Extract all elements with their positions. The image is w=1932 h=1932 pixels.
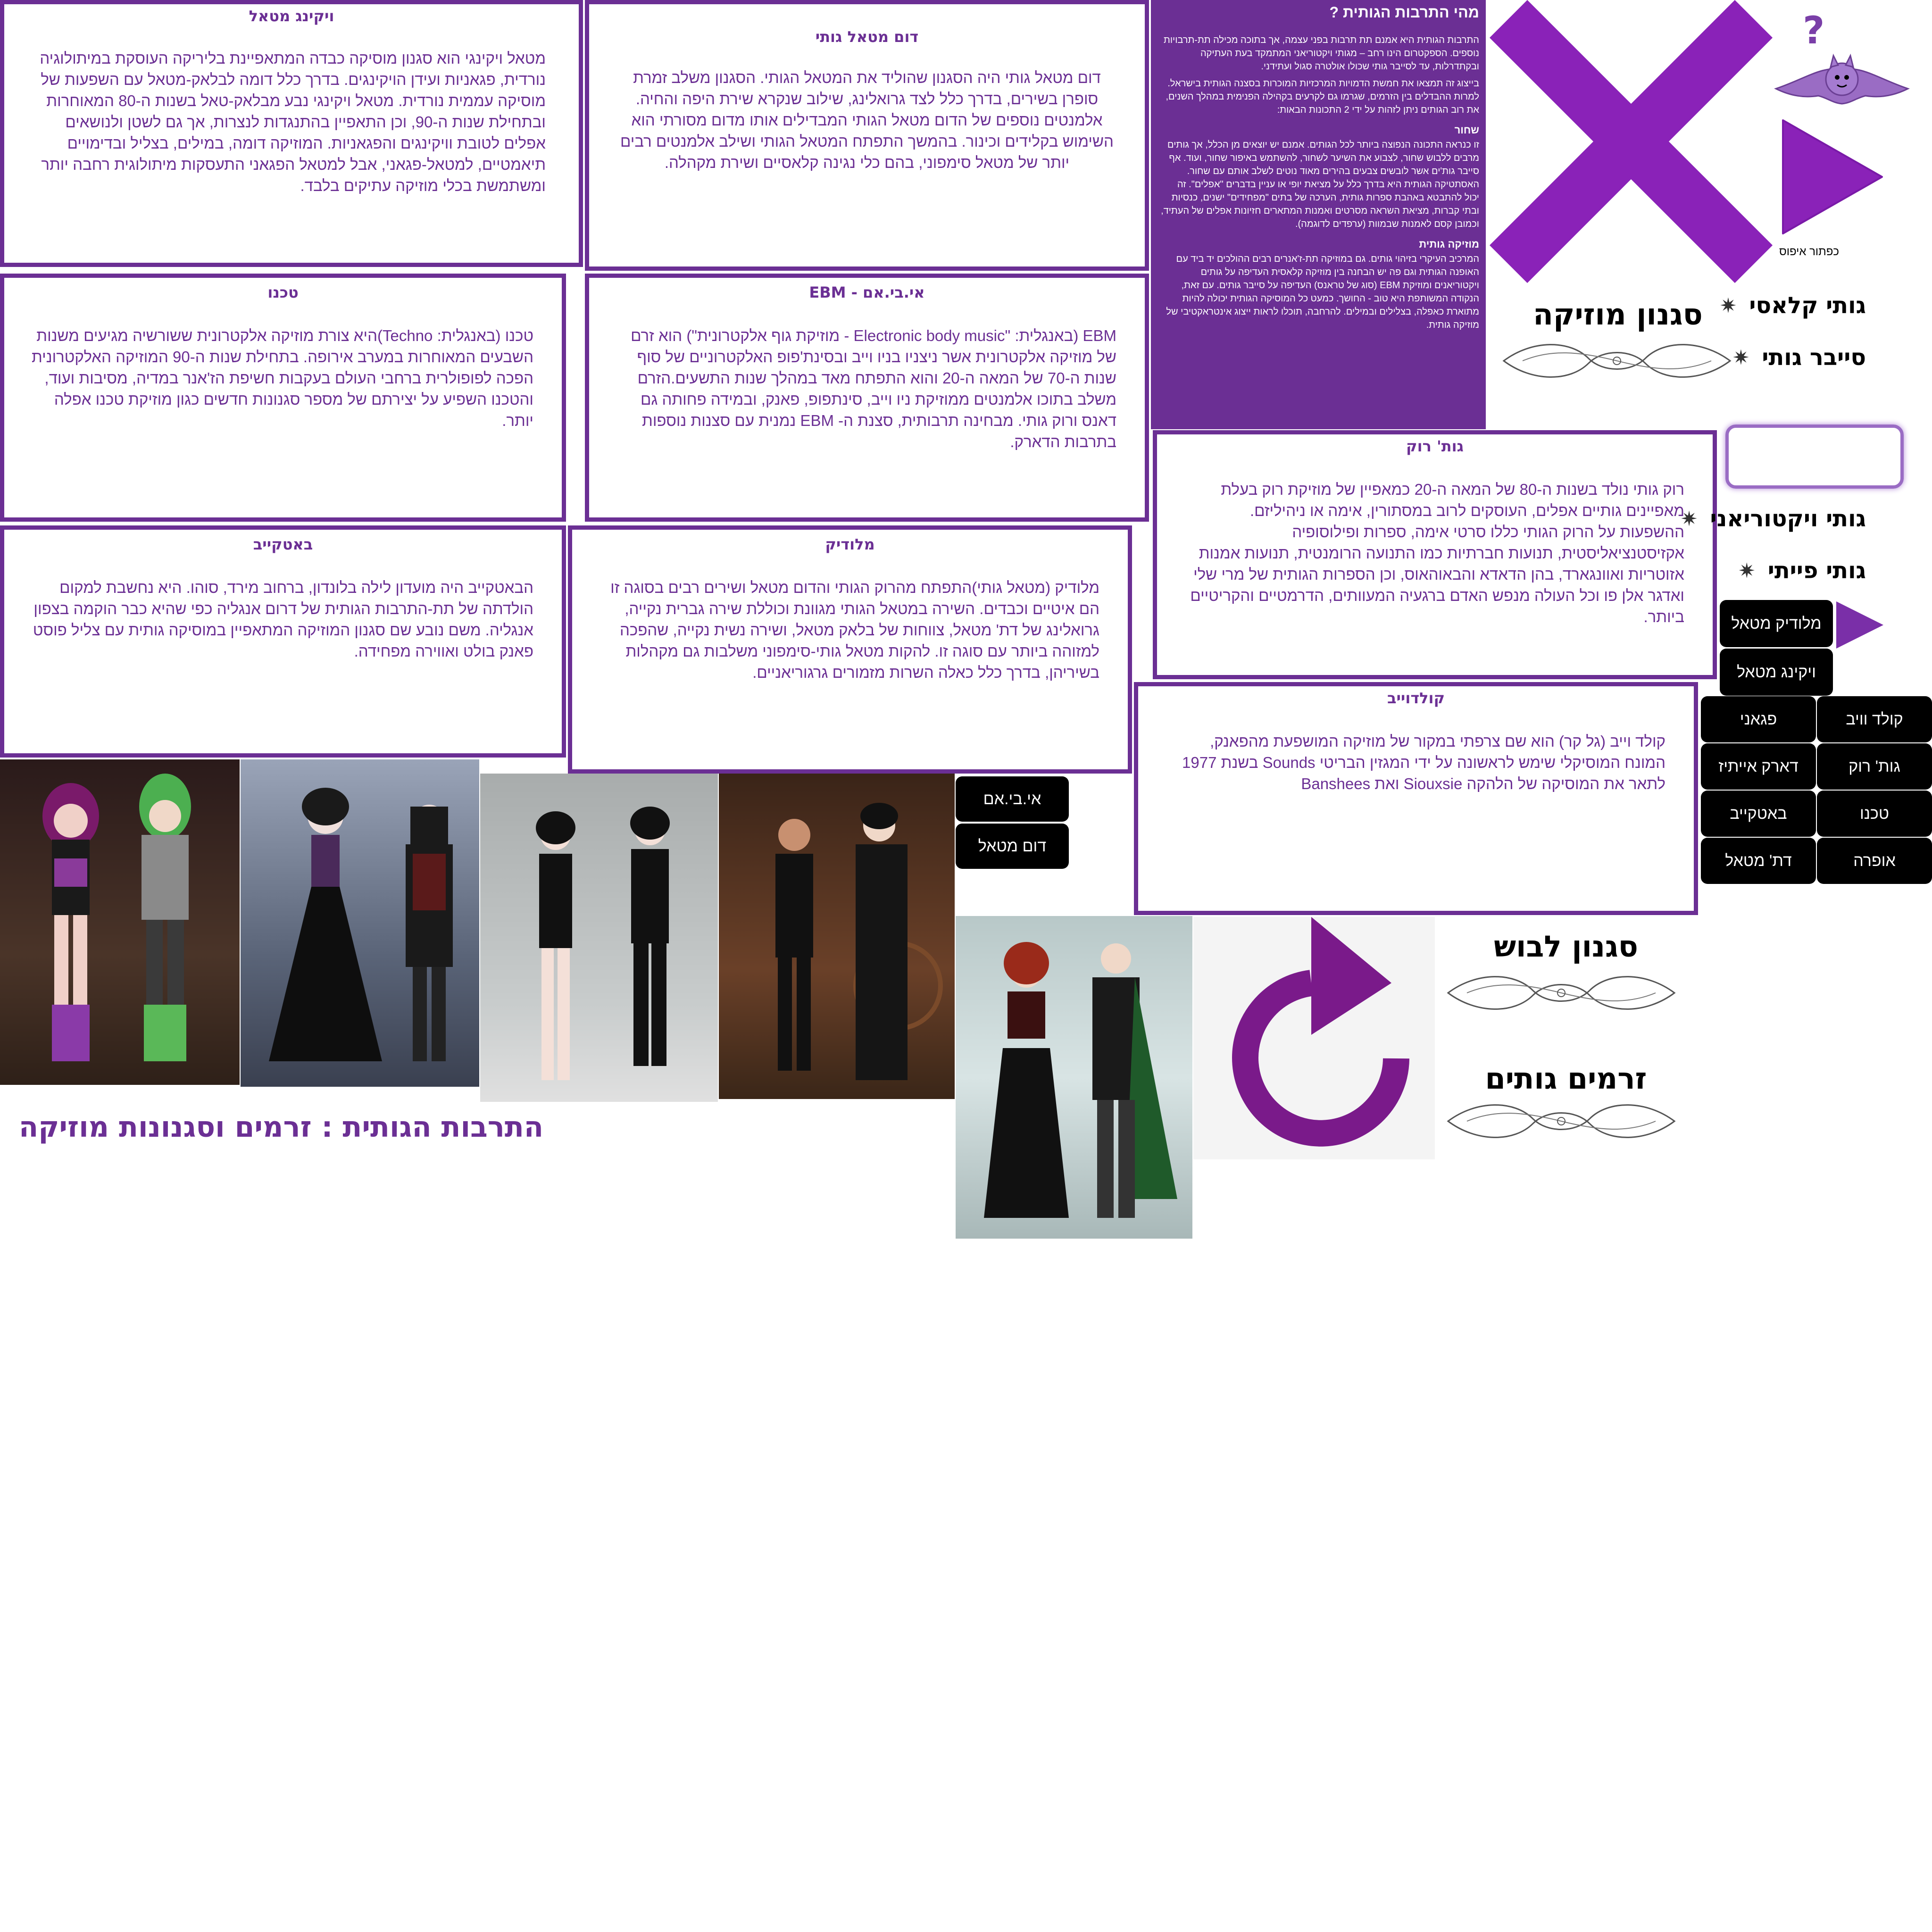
gear-bullet-icon: ✷	[1738, 558, 1756, 583]
avatar-image-dark	[719, 774, 955, 1099]
gear-bullet-icon: ✷	[1719, 293, 1737, 318]
pill-pagan[interactable]: פגאני	[1701, 696, 1816, 742]
gear-bullet-icon: ✷	[1680, 507, 1698, 531]
close-x-icon[interactable]	[1490, 0, 1773, 283]
box-body: EBM (באנגלית: "Electronic body music - מ…	[631, 327, 1116, 450]
pill-cold-wave[interactable]: קולד וויב	[1817, 696, 1932, 742]
box-body: מלודיק (מטאל גותי)התפתח מהרוק הגותי והדו…	[610, 579, 1099, 681]
play-triangle-icon[interactable]	[1778, 116, 1887, 238]
scroll-flourish-icon	[1447, 976, 1676, 1010]
pill-viking-metal[interactable]: ויקינג מטאל	[1720, 649, 1833, 696]
intro-paragraph: זו כנראה התכונה הנפוצה ביותר לכל הגותים.…	[1161, 140, 1479, 229]
box-title: ויקינג מטאל	[249, 7, 334, 25]
box-title: דום מטאל גותי	[815, 28, 919, 46]
box-title: מלודיק	[825, 535, 875, 553]
pill-techno[interactable]: טכנו	[1817, 791, 1932, 837]
intro-paragraph: המרכיב העיקרי בזיהוי גותים. גם במוזיקה ת…	[1166, 254, 1479, 330]
coldwave-box: קולדוייב קולד וייב (גל קר) הוא שם צרפתי …	[1134, 682, 1698, 915]
menu-item-fairy-goth[interactable]: גותי פייתי ✷	[1738, 558, 1866, 584]
menu-item-victorian-goth[interactable]: גותי ויקטוריאני ✷	[1681, 506, 1866, 532]
refresh-arrow-icon[interactable]	[1193, 917, 1435, 1159]
box-body: טכנו (באנגלית: Techno)היא צורת מוזיקה אל…	[32, 327, 533, 429]
scroll-flourish-icon	[1502, 344, 1732, 378]
selected-arrow-icon	[1836, 601, 1883, 649]
pill-goth-rock[interactable]: גות' רוק	[1817, 743, 1932, 790]
menu-item-label: גותי ויקטוריאני	[1710, 506, 1866, 532]
intro-title: מהי התרבות הגותית ?	[1329, 4, 1479, 21]
ebm-box: אי.בי.אם - EBM EBM (באנגלית: "Electronic…	[585, 274, 1149, 522]
batcave-box: באטקייב הבאטקייב היה מועדון לילה בלונדון…	[0, 525, 566, 758]
scroll-flourish-icon	[1447, 1104, 1676, 1138]
empty-selection-box[interactable]	[1725, 425, 1904, 489]
clothing-style-heading: סגנון לבוש	[1494, 929, 1638, 964]
box-title: קולדוייב	[1387, 689, 1445, 707]
menu-item-label: גותי פייתי	[1767, 558, 1866, 584]
box-body: קולד וייב (גל קר) הוא שם צרפתי במקור של …	[1182, 733, 1666, 792]
avatar-image-steampunk	[956, 916, 1192, 1239]
box-title: גות' רוק	[1406, 437, 1464, 455]
bat-icon	[1774, 53, 1910, 105]
figure-female	[42, 783, 99, 1061]
box-title: טכנו	[267, 283, 299, 301]
menu-item-classic-goth[interactable]: גותי קלאסי ✷	[1719, 292, 1866, 319]
music-style-heading: סגנון מוזיקה	[1533, 297, 1703, 332]
pill-melodic-metal[interactable]: מלודיק מטאל	[1720, 600, 1833, 647]
menu-item-cyber-goth[interactable]: סייבר גותי ✷	[1732, 344, 1866, 371]
pill-death-metal[interactable]: דת' מטאל	[1701, 838, 1816, 884]
menu-item-label: סייבר גותי	[1762, 344, 1866, 371]
box-body: דום מטאל גותי היה הסגנון שהוליד את המטאל…	[620, 69, 1114, 171]
pill-opera[interactable]: אופרה	[1817, 838, 1932, 884]
box-body: רוק גותי נולד בשנות ה-80 של המאה ה-20 כמ…	[1190, 481, 1684, 625]
box-body: הבאטקייב היה מועדון לילה בלונדון, ברחוב …	[33, 579, 533, 660]
box-title: באטקייב	[253, 535, 313, 553]
box-body: מטאל ויקינגי הוא סגנון מוסיקה כבדה המתאפ…	[40, 50, 546, 194]
goth-streams-heading: זרמים גותים	[1485, 1061, 1647, 1096]
doom-metal-box: דום מטאל גותי דום מטאל גותי היה הסגנון ש…	[585, 0, 1149, 271]
pill-dark-eighties[interactable]: דארק אייתיז	[1701, 743, 1816, 790]
avatar-image-cyber	[0, 759, 240, 1085]
reset-button-label[interactable]: כפתור איפוס	[1779, 245, 1839, 258]
figure-male	[139, 774, 191, 1061]
pill-ebm[interactable]: אי.בי.אם	[956, 776, 1069, 822]
avatar-image-basic	[480, 774, 718, 1102]
menu-item-label: גותי קלאסי	[1749, 292, 1866, 319]
page-caption: התרבות הגותית : זרמים וסגנונות מוזיקה	[19, 1111, 544, 1144]
intro-subheading: מוזיקה גותית	[1419, 238, 1479, 250]
intro-paragraph: בייצוג זה תמצאו את חמשת הדמויות המרכזיות…	[1166, 78, 1479, 115]
box-title: אי.בי.אם - EBM	[809, 283, 925, 301]
gear-bullet-icon: ✷	[1732, 345, 1750, 370]
melodic-box: מלודיק מלודיק (מטאל גותי)התפתח מהרוק הגו…	[568, 525, 1132, 774]
pill-doom-metal[interactable]: דום מטאל	[956, 824, 1069, 869]
help-question-mark[interactable]: ?	[1803, 8, 1824, 52]
pill-batcave[interactable]: באטקייב	[1701, 791, 1816, 837]
intro-panel: מהי התרבות הגותית ? התרבות הגותית היא אמ…	[1151, 0, 1486, 429]
gothrock-box: גות' רוק רוק גותי נולד בשנות ה-80 של המא…	[1153, 430, 1717, 679]
intro-subheading: שחור	[1454, 124, 1479, 136]
techno-box: טכנו טכנו (באנגלית: Techno)היא צורת מוזי…	[0, 274, 566, 522]
intro-paragraph: התרבות הגותית היא אמנם תת תרבות בפני עצמ…	[1164, 35, 1479, 72]
avatar-image-victorian	[241, 759, 479, 1087]
viking-metal-box: ויקינג מטאל מטאל ויקינגי הוא סגנון מוסיק…	[0, 0, 583, 267]
